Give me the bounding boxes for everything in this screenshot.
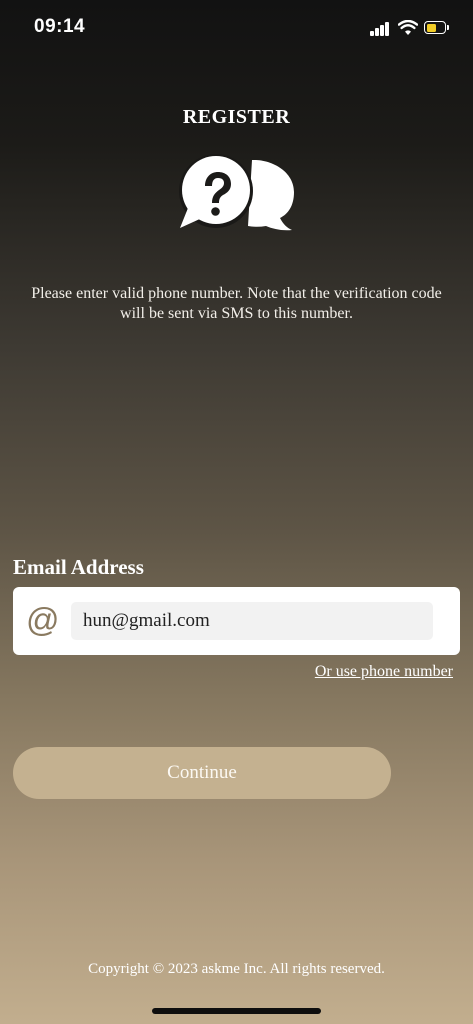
signal-icon [370,22,390,36]
at-icon: @ [26,601,60,638]
status-time: 09:14 [34,16,86,37]
battery-icon [424,21,450,35]
continue-button[interactable]: Continue [13,747,391,799]
email-input[interactable] [71,602,433,640]
chat-question-icon [179,154,294,231]
page-title: REGISTER [182,106,291,128]
wifi-icon [398,20,418,35]
email-label: Email Address [13,555,144,579]
use-phone-link[interactable]: Or use phone number [315,663,453,681]
instruction-text: Please enter valid phone number. Note th… [31,285,442,322]
status-bar: 09:14 [0,0,473,56]
copyright-text: Copyright © 2023 askme Inc. All rights r… [88,961,385,977]
email-field-card: @ [13,587,460,655]
home-indicator[interactable] [152,1008,321,1014]
